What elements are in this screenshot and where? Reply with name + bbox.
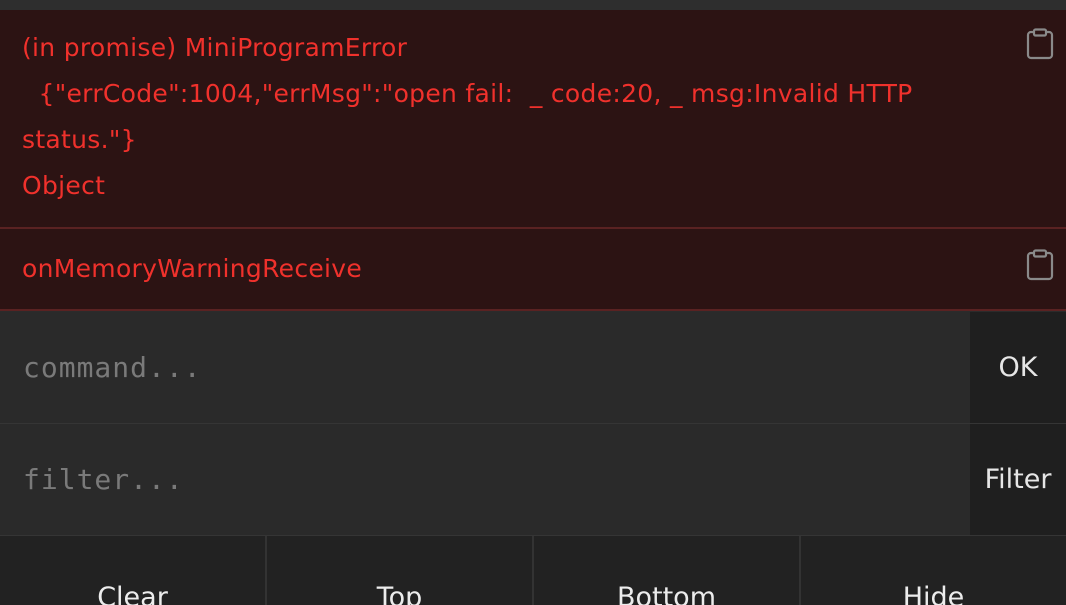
filter-row: Filter	[0, 424, 1066, 536]
clear-label: Clear	[97, 582, 168, 605]
command-input[interactable]	[0, 312, 970, 423]
log-line: status."}	[22, 125, 137, 154]
log-line: (in promise) MiniProgramError	[22, 33, 408, 62]
clear-button[interactable]: Clear	[0, 536, 265, 605]
bottom-label: Bottom	[616, 582, 717, 605]
top-button[interactable]: Top	[265, 536, 532, 605]
filter-button[interactable]: Filter	[970, 424, 1066, 535]
log-line: {"errCode":1004,"errMsg":"open fail: _ c…	[22, 79, 913, 108]
hide-label: Hide	[902, 582, 965, 605]
log-entry-error: (in promise) MiniProgramError {"errCode"…	[0, 10, 1066, 229]
log-line: onMemoryWarningReceive	[22, 254, 363, 283]
command-row: OK	[0, 312, 1066, 424]
hide-button[interactable]: Hide	[799, 536, 1066, 605]
bottom-button[interactable]: Bottom	[532, 536, 799, 605]
filter-input[interactable]	[0, 424, 970, 535]
ok-button[interactable]: OK	[970, 312, 1066, 423]
top-label: Top	[376, 582, 423, 605]
log-entry-warning: onMemoryWarningReceive	[0, 229, 1066, 311]
log-line[interactable]: Object	[22, 163, 986, 209]
clipboard-icon[interactable]	[1026, 28, 1054, 60]
clipboard-icon[interactable]	[1026, 249, 1054, 281]
vconsole-panel: (in promise) MiniProgramError {"errCode"…	[0, 0, 1066, 605]
log-message: (in promise) MiniProgramError {"errCode"…	[22, 25, 986, 209]
bottom-toolbar: Clear Top Bottom Hide	[0, 536, 1066, 605]
log-message: onMemoryWarningReceive	[22, 246, 986, 292]
